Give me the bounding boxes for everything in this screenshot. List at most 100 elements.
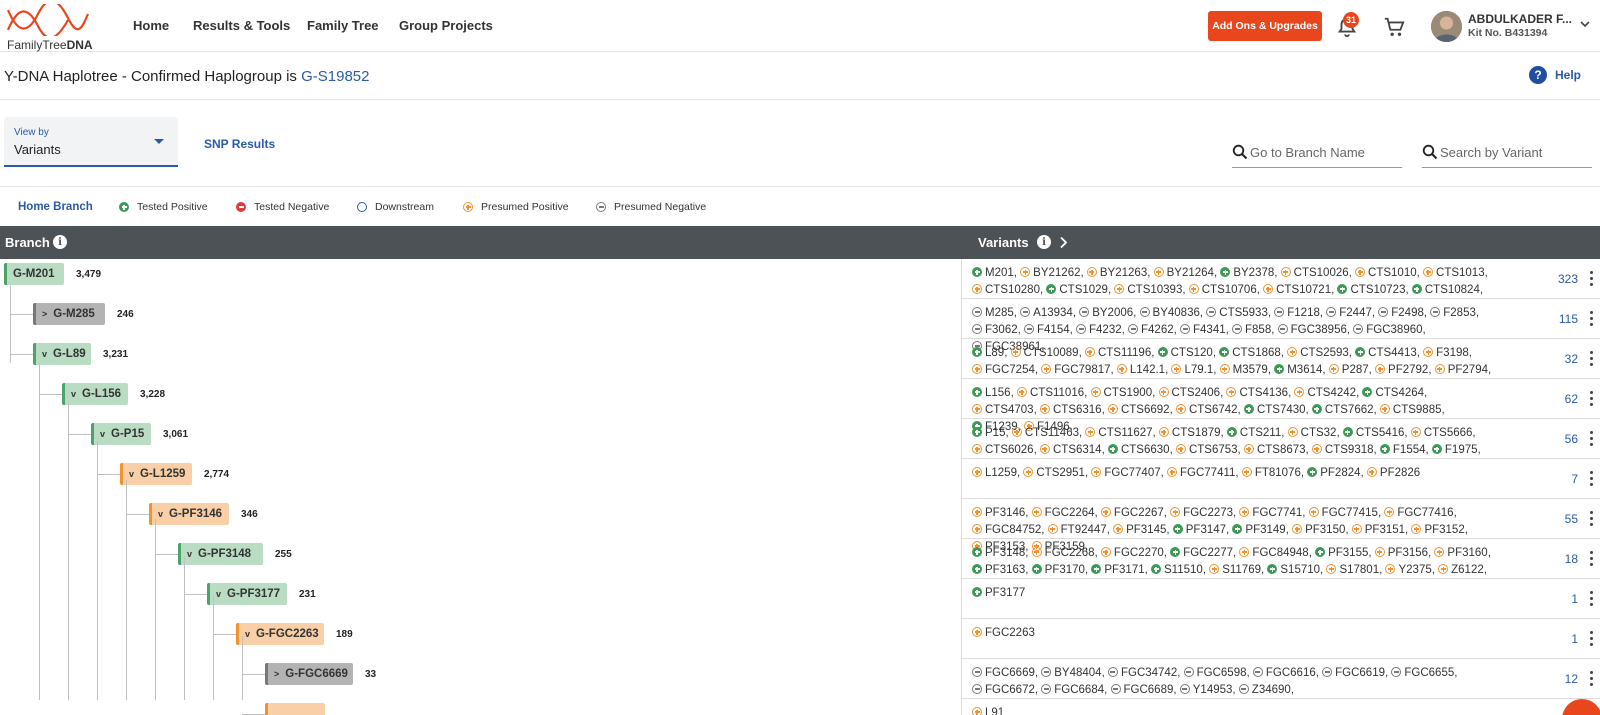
variant-item[interactable]: BY48404 — [1041, 667, 1102, 679]
variant-item[interactable]: FGC6684 — [1041, 684, 1104, 696]
chevron-down-icon[interactable]: v — [100, 429, 105, 439]
more-options-icon[interactable] — [1590, 391, 1594, 407]
variant-item[interactable]: CTS5666 — [1410, 427, 1472, 439]
branch-node[interactable]: v G-PF3177 — [207, 583, 287, 605]
variant-item[interactable]: CTS6026 — [972, 444, 1034, 456]
variant-item[interactable]: CTS6742 — [1175, 404, 1238, 416]
nav-results-tools[interactable]: Results & Tools — [193, 18, 290, 33]
variant-item[interactable]: CTS6753 — [1175, 444, 1238, 456]
branch-node[interactable]: v G-PF3148 — [178, 543, 263, 565]
variant-item[interactable]: CTS2593 — [1287, 347, 1349, 359]
variant-item[interactable]: CTS10393 — [1114, 284, 1182, 296]
variant-item[interactable]: CTS4264 — [1362, 387, 1424, 399]
variant-item[interactable]: CTS11016 — [1016, 387, 1084, 399]
variant-item[interactable]: CTS1010 — [1355, 267, 1417, 279]
user-name[interactable]: ABDULKADER F... — [1468, 12, 1572, 26]
variant-item[interactable]: CTS2406 — [1158, 387, 1220, 399]
variant-item[interactable]: M3614 — [1274, 364, 1322, 376]
branch-search-input[interactable] — [1250, 145, 1400, 160]
variant-item[interactable]: PF3150 — [1292, 524, 1345, 536]
variant-item[interactable]: P287 — [1328, 364, 1369, 376]
variant-item[interactable]: L91 — [972, 707, 1004, 715]
snp-results-link[interactable]: SNP Results — [204, 137, 275, 151]
variant-item[interactable]: PF3146 — [972, 507, 1025, 519]
variant-item[interactable]: PF2824 — [1307, 467, 1361, 479]
variant-item[interactable]: FGC34742 — [1107, 667, 1177, 679]
variant-item[interactable]: CTS6630 — [1107, 444, 1170, 456]
variant-item[interactable]: CTS8673 — [1243, 444, 1306, 456]
variant-item[interactable]: F4341 — [1180, 324, 1226, 336]
variant-item[interactable]: CTS6692 — [1107, 404, 1170, 416]
variant-item[interactable]: CTS10089 — [1010, 347, 1079, 359]
variant-item[interactable]: CTS7662 — [1311, 404, 1374, 416]
variant-item[interactable]: CTS4136 — [1226, 387, 1288, 399]
variant-item[interactable]: CTS5933 — [1206, 307, 1268, 319]
variant-item[interactable]: PF3148 — [972, 547, 1025, 559]
variant-item[interactable]: CTS7430 — [1243, 404, 1306, 416]
variant-item[interactable]: CTS1868 — [1219, 347, 1281, 359]
variant-item[interactable]: CTS10824 — [1411, 284, 1480, 296]
variant-item[interactable]: F1218 — [1274, 307, 1320, 319]
variant-item[interactable]: CTS4413 — [1355, 347, 1417, 359]
variant-item[interactable]: F1554 — [1379, 444, 1426, 456]
chevron-down-icon[interactable] — [1580, 20, 1590, 28]
variant-item[interactable]: FGC2268 — [1031, 547, 1095, 559]
variant-item[interactable]: PF3147 — [1172, 524, 1226, 536]
variant-item[interactable]: CTS1879 — [1158, 427, 1221, 439]
variant-item[interactable]: M201 — [972, 267, 1014, 279]
variant-item[interactable]: FGC6689 — [1110, 684, 1173, 696]
variant-item[interactable]: F3198 — [1423, 347, 1469, 359]
variant-item[interactable]: F858 — [1232, 324, 1271, 336]
variant-item[interactable]: CTS2951 — [1023, 467, 1085, 479]
branch-node[interactable]: > G-M285 — [33, 303, 105, 325]
variant-item[interactable]: CTS4703 — [972, 404, 1034, 416]
variant-item[interactable]: BY21263 — [1086, 267, 1147, 279]
help-link[interactable]: Help — [1555, 68, 1581, 82]
variant-item[interactable]: CTS10026 — [1280, 267, 1349, 279]
variant-item[interactable]: FGC2264 — [1031, 507, 1095, 519]
branch-node[interactable]: v G-P15 — [91, 423, 151, 445]
variant-item[interactable]: FGC2273 — [1170, 507, 1233, 519]
variant-item[interactable]: P15 — [972, 427, 1005, 439]
chevron-down-icon[interactable]: v — [129, 469, 134, 479]
variant-item[interactable]: FT81076 — [1241, 467, 1301, 479]
variant-item[interactable]: FGC38956 — [1277, 324, 1347, 336]
variant-item[interactable]: F4232 — [1076, 324, 1122, 336]
variant-item[interactable]: FGC84948 — [1239, 547, 1309, 559]
variant-item[interactable]: Z34690 — [1238, 684, 1291, 696]
variant-item[interactable]: CTS11627 — [1085, 427, 1153, 439]
variant-item[interactable]: CTS211 — [1226, 427, 1281, 439]
variant-item[interactable]: FGC6616 — [1252, 667, 1316, 679]
variant-item[interactable]: FGC77416 — [1384, 507, 1454, 519]
variant-item[interactable]: FGC2270 — [1100, 547, 1164, 559]
variant-item[interactable]: FGC77411 — [1167, 467, 1235, 479]
add-ons-upgrades-button[interactable]: Add Ons & Upgrades — [1208, 11, 1322, 41]
branch-node[interactable]: v G-L89 — [33, 343, 91, 365]
variant-item[interactable]: L142.1 — [1116, 364, 1165, 376]
variant-item[interactable]: F2853 — [1430, 307, 1476, 319]
more-options-icon[interactable] — [1590, 431, 1594, 447]
variant-item[interactable]: FGC79817 — [1041, 364, 1111, 376]
variant-item[interactable]: BY21264 — [1153, 267, 1214, 279]
chevron-down-icon[interactable]: v — [245, 629, 250, 639]
variant-item[interactable]: PF3177 — [972, 587, 1025, 599]
more-options-icon[interactable] — [1590, 591, 1594, 607]
variant-item[interactable]: FGC6619 — [1322, 667, 1385, 679]
variant-count-link[interactable]: 323 — [1548, 272, 1578, 286]
variant-item[interactable]: L79.1 — [1171, 364, 1213, 376]
variant-item[interactable]: FGC6655 — [1391, 667, 1454, 679]
branch-node[interactable]: v G-L1259 — [120, 463, 192, 485]
branch-node[interactable]: G-M201 — [4, 263, 64, 285]
variant-count-link[interactable]: 1 — [1548, 592, 1578, 606]
variant-item[interactable]: PF3160 — [1434, 547, 1488, 559]
chevron-down-icon[interactable]: v — [187, 549, 192, 559]
more-options-icon[interactable] — [1590, 471, 1594, 487]
variant-item[interactable]: CTS10721 — [1263, 284, 1331, 296]
variant-item[interactable]: CTS9885 — [1379, 404, 1442, 416]
variant-item[interactable]: PF2794 — [1434, 364, 1488, 376]
variant-item[interactable]: FGC2267 — [1100, 507, 1164, 519]
haplogroup-link[interactable]: G-S19852 — [301, 68, 369, 85]
variant-item[interactable]: FGC77415 — [1308, 507, 1378, 519]
variant-item[interactable]: L89 — [972, 347, 1004, 359]
variant-item[interactable]: M3579 — [1219, 364, 1268, 376]
